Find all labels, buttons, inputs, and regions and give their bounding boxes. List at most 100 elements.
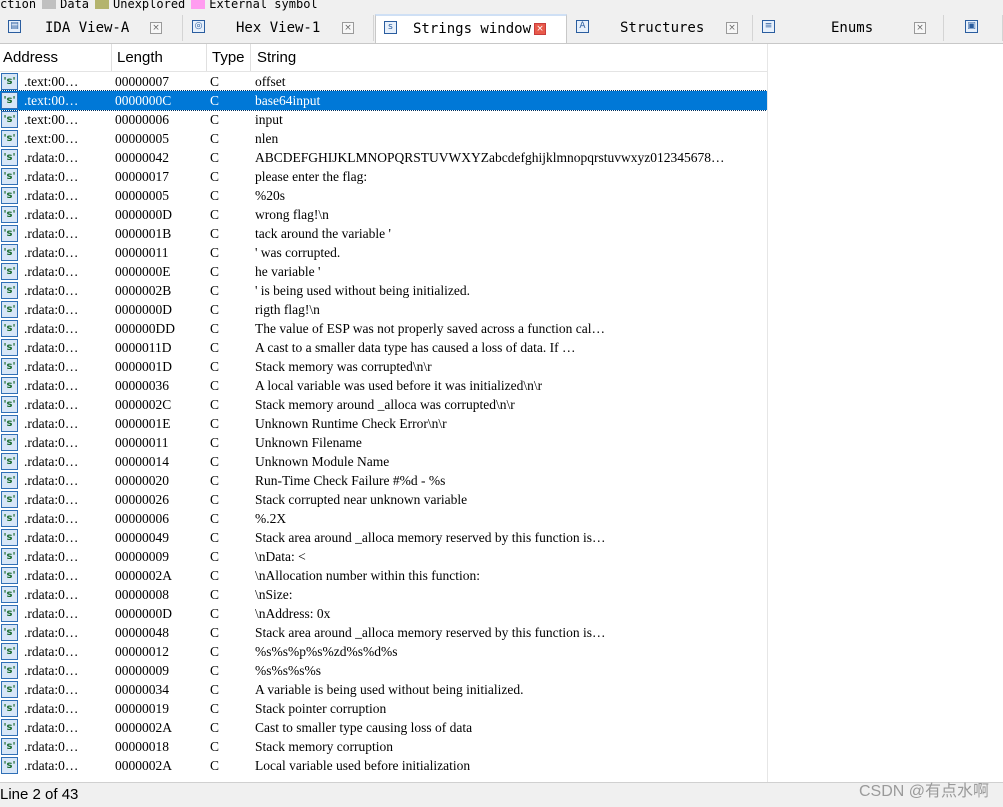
table-row[interactable]: 's' .rdata:0… 00000020 C Run-Time Check Fail…: [0, 471, 767, 490]
table-row[interactable]: 's' .rdata:0… 0000000D C \nAddress: 0x: [0, 604, 767, 623]
cell-string: Stack area around _alloca memory reserve…: [255, 530, 606, 545]
tab-structures[interactable]: A Structures ×: [568, 15, 753, 41]
table-row[interactable]: 's' .rdata:0… 00000017 Cplease enter the fl…: [0, 167, 767, 186]
cell-type: C: [210, 454, 220, 469]
table-row[interactable]: 's' .rdata:0… 00000006 C %.2X: [0, 509, 767, 528]
header-separator[interactable]: [206, 44, 207, 71]
cell-address: .rdata:0…: [24, 758, 79, 773]
table-row[interactable]: 's' .text:00… 00000005 Cnlen: [0, 129, 767, 148]
cell-type: C: [210, 701, 220, 716]
table-row[interactable]: 's' .rdata:0… 00000005 C %20s: [0, 186, 767, 205]
table-row[interactable]: 's' .rdata:0… 00000014 C Unknown Module Name: [0, 452, 767, 471]
table-row[interactable]: 's' .text:00… 00000007 Coffset: [0, 72, 767, 91]
cell-string: \nAllocation number within this function…: [255, 568, 480, 583]
cell-address: .text:00…: [24, 74, 79, 89]
cell-length: 00000036: [115, 378, 169, 393]
cell-address: .rdata:0…: [24, 511, 79, 526]
cell-string: Stack memory around _alloca was corrupte…: [255, 397, 515, 412]
close-tab-icon[interactable]: ×: [726, 22, 738, 34]
cell-address: .rdata:0…: [24, 606, 79, 621]
header-separator[interactable]: [250, 44, 251, 71]
close-tab-icon[interactable]: ×: [150, 22, 162, 34]
table-row[interactable]: 's' .rdata:0… 00000011 C Unknown Filename: [0, 433, 767, 452]
strings-list[interactable]: 's' .text:00… 00000007 Coffset 's' .text:00… 0…: [0, 72, 767, 782]
tab-ida-view-a[interactable]: ▤ IDA View-A ×: [0, 15, 183, 41]
cell-string: Unknown Filename: [255, 435, 362, 450]
cell-length: 00000048: [115, 625, 169, 640]
tab-hex-view-1[interactable]: ◎ Hex View-1 ×: [184, 15, 374, 41]
table-row[interactable]: 's' .rdata:0… 0000002B C ' is being used wit…: [0, 281, 767, 300]
string-icon: 's': [1, 662, 18, 679]
cell-type: C: [210, 93, 220, 108]
header-type[interactable]: Type: [212, 49, 245, 66]
table-row[interactable]: 's' .rdata:0… 0000000D Crigth flag!\n: [0, 300, 767, 319]
enums-icon: ≡: [762, 20, 775, 33]
table-row[interactable]: 's' .rdata:0… 00000011 C ' was corrupted.: [0, 243, 767, 262]
cell-type: C: [210, 587, 220, 602]
cell-string: Stack pointer corruption: [255, 701, 387, 716]
string-icon: 's': [1, 301, 18, 318]
table-row[interactable]: 's' .rdata:0… 0000002A C Cast to smaller typ…: [0, 718, 767, 737]
cell-string: \nSize:: [255, 587, 293, 602]
table-row[interactable]: 's' .rdata:0… 00000042 C ABCDEFGHIJKLMNOPQRS…: [0, 148, 767, 167]
cell-type: C: [210, 169, 220, 184]
table-row[interactable]: 's' .rdata:0… 0000001B Ctack around the var…: [0, 224, 767, 243]
table-row[interactable]: 's' .rdata:0… 0000011D C A cast to a smaller…: [0, 338, 767, 357]
tab-imports[interactable]: ▣: [945, 15, 1003, 41]
table-row[interactable]: 's' .rdata:0… 00000008 C \nSize:: [0, 585, 767, 604]
table-row[interactable]: 's' .rdata:0… 00000009 C %s%s%s%s: [0, 661, 767, 680]
table-row[interactable]: 's' .text:00… 00000006 Cinput: [0, 110, 767, 129]
table-row[interactable]: 's' .rdata:0… 0000001D C Stack memory was co…: [0, 357, 767, 376]
header-separator[interactable]: [111, 44, 112, 71]
cell-string: he variable ': [255, 264, 321, 279]
cell-type: C: [210, 302, 220, 317]
table-row[interactable]: 's' .rdata:0… 00000019 C Stack pointer corru…: [0, 699, 767, 718]
cell-length: 00000012: [115, 644, 169, 659]
close-tab-icon[interactable]: ×: [534, 23, 546, 35]
tab-strings-window[interactable]: s Strings window ×: [375, 14, 567, 43]
string-icon: 's': [1, 491, 18, 508]
table-row[interactable]: 's' .rdata:0… 00000026 C Stack corrupted nea…: [0, 490, 767, 509]
table-row[interactable]: 's' .rdata:0… 00000009 C \nData: <: [0, 547, 767, 566]
string-icon: 's': [1, 263, 18, 280]
header-length[interactable]: Length: [117, 49, 163, 66]
table-row[interactable]: 's' .rdata:0… 00000018 C Stack memory corrup…: [0, 737, 767, 756]
table-row[interactable]: 's' .rdata:0… 00000048 C Stack area around _…: [0, 623, 767, 642]
column-boundary: [767, 44, 768, 782]
table-row[interactable]: 's' .rdata:0… 0000001E C Unknown Runtime Che…: [0, 414, 767, 433]
table-row[interactable]: 's' .rdata:0… 0000002A C \nAllocation number…: [0, 566, 767, 585]
cell-string: Stack area around _alloca memory reserve…: [255, 625, 606, 640]
close-tab-icon[interactable]: ×: [342, 22, 354, 34]
cell-length: 00000020: [115, 473, 169, 488]
header-address[interactable]: Address: [3, 49, 58, 66]
cell-string: Unknown Runtime Check Error\n\r: [255, 416, 447, 431]
close-tab-icon[interactable]: ×: [914, 22, 926, 34]
status-bar: Line 2 of 43 CSDN @有点水啊: [0, 782, 1003, 807]
table-row[interactable]: 's' .text:00… 0000000C Cbase64input: [0, 90, 767, 111]
cell-length: 00000014: [115, 454, 169, 469]
table-row[interactable]: 's' .rdata:0… 00000036 C A local variable wa…: [0, 376, 767, 395]
cell-address: .rdata:0…: [24, 226, 79, 241]
table-row[interactable]: 's' .rdata:0… 00000049 C Stack area around _…: [0, 528, 767, 547]
tab-enums[interactable]: ≡ Enums ×: [754, 15, 944, 41]
table-row[interactable]: 's' .rdata:0… 000000DD C The value of ESP wa…: [0, 319, 767, 338]
cell-string: input: [255, 112, 283, 127]
table-row[interactable]: 's' .rdata:0… 0000002A C Local variable used…: [0, 756, 767, 775]
table-row[interactable]: 's' .rdata:0… 0000002C C Stack memory around…: [0, 395, 767, 414]
string-icon: 's': [1, 605, 18, 622]
cell-length: 000000DD: [115, 321, 175, 336]
table-row[interactable]: 's' .rdata:0… 0000000D Cwrong flag!\n: [0, 205, 767, 224]
cell-length: 0000001B: [115, 226, 172, 241]
table-row[interactable]: 's' .rdata:0… 00000034 C A variable is being…: [0, 680, 767, 699]
cell-type: C: [210, 112, 220, 127]
cell-address: .rdata:0…: [24, 473, 79, 488]
table-row[interactable]: 's' .rdata:0… 00000012 C %s%s%p%s%zd%s%d%s: [0, 642, 767, 661]
cell-string: \nData: <: [255, 549, 306, 564]
header-string[interactable]: String: [257, 49, 296, 66]
cell-type: C: [210, 340, 220, 355]
cell-length: 00000042: [115, 150, 169, 165]
string-icon: 's': [1, 396, 18, 413]
table-row[interactable]: 's' .rdata:0… 0000000E Che variable ': [0, 262, 767, 281]
ida-view-icon: ▤: [8, 20, 21, 33]
cell-type: C: [210, 359, 220, 374]
